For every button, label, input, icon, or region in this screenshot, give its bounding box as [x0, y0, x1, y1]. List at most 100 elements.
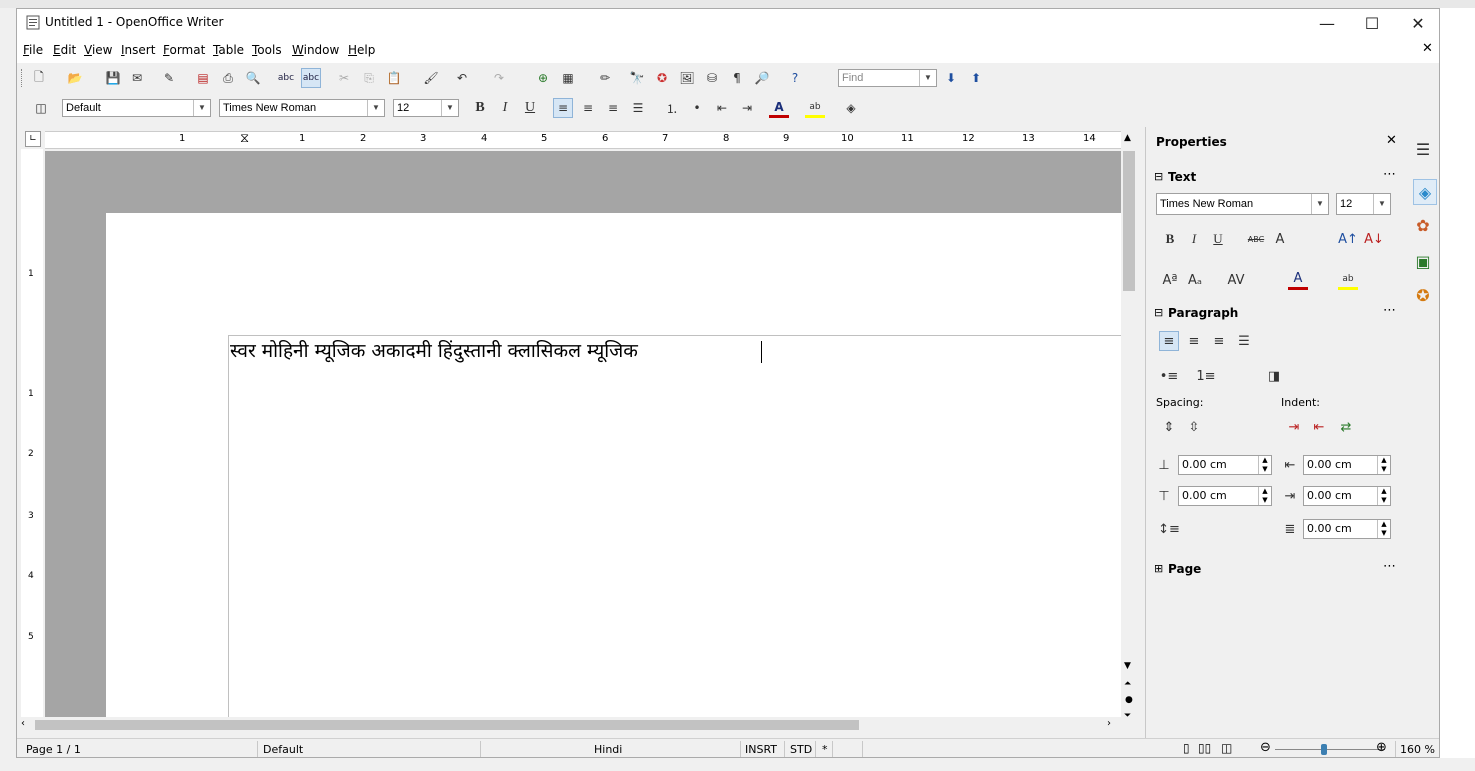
vertical-scroll-thumb[interactable]: [1123, 151, 1135, 291]
zoom-level[interactable]: 160 %: [1400, 743, 1435, 756]
zoom-out-icon[interactable]: ⊖: [1260, 740, 1271, 755]
find-previous-icon[interactable]: ⬆: [966, 68, 986, 88]
table-icon[interactable]: ▦: [558, 68, 578, 88]
subscript-icon[interactable]: Aₐ: [1185, 270, 1205, 290]
page-style[interactable]: Default: [263, 743, 303, 756]
hanging-indent-icon[interactable]: ⇄: [1336, 417, 1356, 437]
zoom-in-icon[interactable]: ⊕: [1376, 740, 1387, 755]
document-page[interactable]: [106, 213, 1121, 733]
print-preview-icon[interactable]: 🔍: [243, 68, 263, 88]
decrease-indent-icon[interactable]: ⇤: [712, 98, 732, 118]
navigator-deck-icon[interactable]: ✪: [1413, 285, 1433, 305]
horizontal-ruler[interactable]: 1 ⧖ 1 2 3 4 5 6 7 8 9 10 11 12 13 14: [45, 131, 1135, 149]
background-color-icon[interactable]: ◈: [841, 98, 861, 118]
paste-icon[interactable]: 📋: [384, 68, 404, 88]
bullets-icon[interactable]: •: [687, 98, 707, 118]
superscript-icon[interactable]: Aª: [1160, 270, 1180, 290]
page-more-options-icon[interactable]: ⋯: [1383, 559, 1396, 574]
find-input[interactable]: Find ▼: [838, 69, 937, 87]
scroll-down-icon[interactable]: ▼: [1124, 661, 1131, 671]
align-center-button[interactable]: ≡: [578, 98, 598, 118]
navigator-icon[interactable]: ✪: [652, 68, 672, 88]
sidebar-font-name-select[interactable]: Times New Roman ▼: [1156, 193, 1329, 215]
selection-mode[interactable]: STD: [790, 743, 812, 756]
character-spacing-icon[interactable]: AV: [1226, 270, 1246, 290]
strikethrough-icon[interactable]: ABC: [1246, 229, 1266, 249]
styles-formatting-icon[interactable]: ◫: [31, 98, 51, 118]
zoom-icon[interactable]: 🔎: [752, 68, 772, 88]
zoom-slider-track[interactable]: [1275, 749, 1385, 750]
page-section-title[interactable]: Page: [1168, 562, 1201, 576]
spinner-icon[interactable]: ▲ ▼: [1258, 456, 1271, 474]
sidebar-italic-button[interactable]: I: [1184, 229, 1204, 249]
gallery-deck-icon[interactable]: ▣: [1413, 251, 1433, 271]
increase-font-icon[interactable]: A↑: [1338, 229, 1358, 249]
copy-icon[interactable]: ⎘: [359, 68, 379, 88]
sidebar-font-size-select[interactable]: 12 ▼: [1336, 193, 1391, 215]
save-icon[interactable]: 💾: [103, 68, 123, 88]
menu-format[interactable]: Format: [163, 43, 205, 57]
navigation-icon[interactable]: ●: [1125, 695, 1133, 705]
chevron-down-icon[interactable]: ▼: [441, 100, 458, 116]
numbering-icon[interactable]: ⒈: [662, 98, 682, 118]
below-spacing-input[interactable]: 0.00 cm ▲ ▼: [1178, 486, 1272, 506]
vertical-ruler[interactable]: 1 1 2 3 4 5: [21, 149, 43, 727]
after-indent-input[interactable]: 0.00 cm ▲ ▼: [1303, 486, 1391, 506]
increase-indent-icon[interactable]: ⇥: [1284, 417, 1304, 437]
italic-button[interactable]: I: [495, 98, 515, 118]
sidebar-align-right-button[interactable]: ≡: [1209, 331, 1229, 351]
sidebar-bold-button[interactable]: B: [1160, 229, 1180, 249]
sidebar-align-center-button[interactable]: ≡: [1184, 331, 1204, 351]
properties-deck-icon[interactable]: ◈: [1413, 179, 1437, 205]
autospellcheck-icon[interactable]: abc: [301, 68, 321, 88]
paragraph-more-options-icon[interactable]: ⋯: [1383, 303, 1396, 318]
menu-window[interactable]: Window: [292, 43, 339, 57]
single-page-view-icon[interactable]: ▯: [1183, 741, 1190, 755]
scroll-right-icon[interactable]: ›: [1107, 718, 1111, 729]
redo-icon[interactable]: ↷: [489, 68, 509, 88]
sidebar-highlighting-icon[interactable]: ab: [1338, 270, 1358, 290]
line-spacing-icon[interactable]: ↕≡: [1158, 519, 1180, 539]
sidebar-bullets-icon[interactable]: •≡: [1159, 366, 1179, 386]
spinner-icon[interactable]: ▲ ▼: [1377, 456, 1390, 474]
align-right-button[interactable]: ≡: [603, 98, 623, 118]
close-button[interactable]: ✕: [1395, 9, 1439, 37]
language[interactable]: Hindi: [594, 743, 622, 756]
sidebar-justify-button[interactable]: ☰: [1234, 331, 1254, 351]
chevron-down-icon[interactable]: ▼: [1373, 194, 1390, 214]
indent-marker-icon[interactable]: ⧖: [240, 131, 249, 146]
formatting-marks-icon[interactable]: ¶: [727, 68, 747, 88]
find-next-icon[interactable]: ⬇: [941, 68, 961, 88]
sidebar-numbering-icon[interactable]: 1≡: [1196, 366, 1216, 386]
menu-file[interactable]: File: [23, 43, 43, 57]
tab-stop-selector[interactable]: ∟: [25, 131, 41, 147]
chevron-down-icon[interactable]: ▼: [193, 100, 210, 116]
shadow-icon[interactable]: A: [1270, 229, 1290, 249]
underline-button[interactable]: U: [520, 98, 540, 118]
edit-file-icon[interactable]: ✎: [159, 68, 179, 88]
menu-table[interactable]: Table: [213, 43, 244, 57]
spellcheck-icon[interactable]: abc: [276, 68, 296, 88]
scroll-up-icon[interactable]: ▲: [1124, 133, 1131, 143]
first-line-indent-input[interactable]: 0.00 cm ▲ ▼: [1303, 519, 1391, 539]
book-view-icon[interactable]: ◫: [1221, 741, 1232, 755]
sidebar-underline-button[interactable]: U: [1208, 229, 1228, 249]
paragraph-style-select[interactable]: Default ▼: [62, 99, 211, 117]
styles-deck-icon[interactable]: ✿: [1413, 215, 1433, 235]
menu-edit[interactable]: Edit: [53, 43, 76, 57]
expand-icon[interactable]: ⊞: [1154, 562, 1163, 575]
hyperlink-icon[interactable]: ⊕: [533, 68, 553, 88]
increase-indent-icon[interactable]: ⇥: [737, 98, 757, 118]
paragraph-background-icon[interactable]: ◨: [1264, 366, 1284, 386]
chevron-down-icon[interactable]: ▼: [919, 70, 936, 86]
undo-icon[interactable]: ↶: [452, 68, 472, 88]
text-more-options-icon[interactable]: ⋯: [1383, 167, 1396, 182]
previous-page-icon[interactable]: ⏶: [1124, 679, 1131, 689]
new-document-icon[interactable]: 🗋: [29, 68, 49, 88]
font-color-icon[interactable]: A: [769, 98, 789, 118]
sidebar-close-icon[interactable]: ✕: [1386, 133, 1397, 148]
above-spacing-input[interactable]: 0.00 cm ▲ ▼: [1178, 455, 1272, 475]
increase-spacing-icon[interactable]: ⇕: [1159, 417, 1179, 437]
multi-page-view-icon[interactable]: ▯▯: [1198, 741, 1211, 755]
justify-button[interactable]: ☰: [628, 98, 648, 118]
